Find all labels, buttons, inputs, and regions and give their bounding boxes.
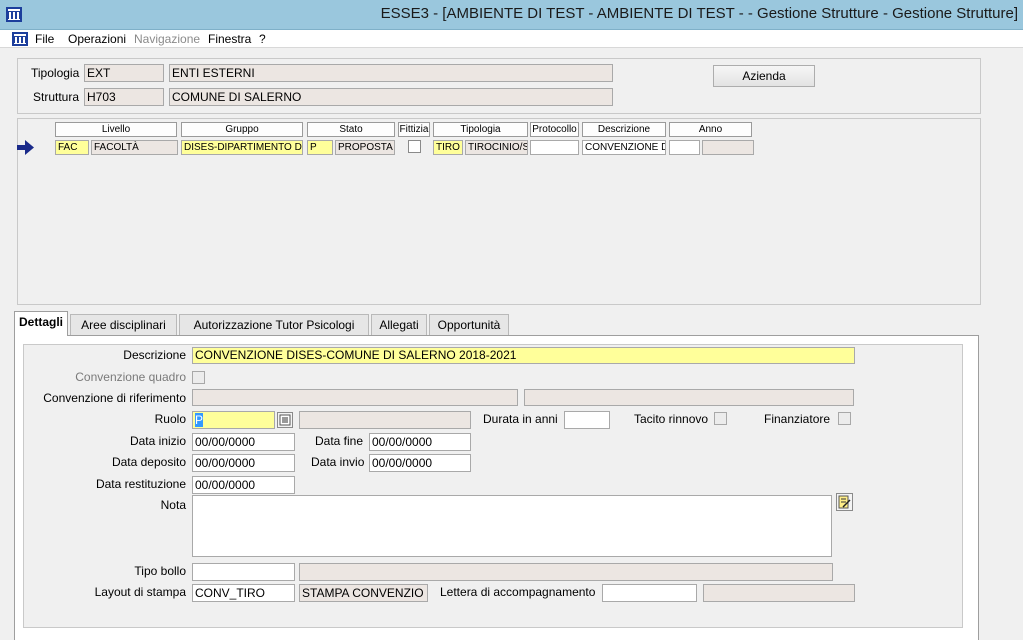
layout-stampa-label: Layout di stampa xyxy=(94,585,186,599)
data-deposito-label: Data deposito xyxy=(111,455,186,469)
layout-stampa-desc-field[interactable]: STAMPA CONVENZIO xyxy=(299,584,428,602)
ruolo-code-value: P xyxy=(195,413,204,427)
tipo-bollo-desc-field[interactable] xyxy=(299,563,833,581)
tipo-bollo-code-field[interactable] xyxy=(192,563,295,581)
descrizione-field[interactable]: CONVENZIONE DISES-COMUNE DI SALERNO 2018… xyxy=(192,347,855,364)
row-livello-desc[interactable]: FACOLTÀ xyxy=(91,140,178,155)
menu-navigazione[interactable]: Navigazione xyxy=(134,32,200,46)
layout-stampa-code-field[interactable]: CONV_TIRO xyxy=(192,584,295,602)
row-protocollo[interactable] xyxy=(530,140,579,155)
window-title: ESSE3 - [AMBIENTE DI TEST - AMBIENTE DI … xyxy=(380,5,1018,22)
ruolo-code-field[interactable]: P xyxy=(192,411,275,429)
current-row-arrow-icon xyxy=(17,140,34,155)
tab-aree-disciplinari[interactable]: Aree disciplinari xyxy=(70,314,177,335)
edit-note-icon xyxy=(838,495,851,509)
convenzione-riferimento-field-1[interactable] xyxy=(192,389,518,406)
data-inizio-field[interactable]: 00/00/0000 xyxy=(192,433,295,451)
tipologia-desc-field[interactable]: ENTI ESTERNI xyxy=(169,64,613,82)
nota-label: Nota xyxy=(160,498,186,512)
row-stato-desc[interactable]: PROPOSTA xyxy=(335,140,395,155)
ruolo-desc-field[interactable] xyxy=(299,411,471,429)
azienda-button[interactable]: Azienda xyxy=(713,65,815,87)
tab-dettagli[interactable]: Dettagli xyxy=(14,311,68,336)
lettera-code-field[interactable] xyxy=(602,584,697,602)
ruolo-lookup-button[interactable] xyxy=(277,412,293,428)
convenzione-riferimento-field-2[interactable] xyxy=(524,389,854,406)
menu-operazioni[interactable]: Operazioni xyxy=(68,32,126,46)
list-lookup-icon xyxy=(279,414,291,426)
row-anno[interactable] xyxy=(669,140,700,155)
app-building-icon[interactable] xyxy=(6,7,22,22)
row-gruppo[interactable]: DISES-DIPARTIMENTO DI xyxy=(181,140,303,155)
data-fine-label: Data fine xyxy=(315,434,364,448)
lettera-desc-field[interactable] xyxy=(703,584,855,602)
tipologia-label: Tipologia xyxy=(31,66,80,80)
descrizione-label: Descrizione xyxy=(123,348,186,362)
col-header-descrizione[interactable]: Descrizione xyxy=(582,122,666,137)
durata-label: Durata in anni xyxy=(483,412,558,426)
menu-finestra[interactable]: Finestra xyxy=(208,32,251,46)
finanziatore-label: Finanziatore xyxy=(764,412,831,426)
data-restituzione-label: Data restituzione xyxy=(95,477,186,491)
col-header-anno[interactable]: Anno xyxy=(669,122,752,137)
row-livello-code[interactable]: FAC xyxy=(55,140,89,155)
col-header-protocollo[interactable]: Protocollo xyxy=(530,122,579,137)
durata-field[interactable] xyxy=(564,411,610,429)
data-restituzione-field[interactable]: 00/00/0000 xyxy=(192,476,295,494)
nota-edit-button[interactable] xyxy=(836,493,853,511)
data-fine-field[interactable]: 00/00/0000 xyxy=(369,433,471,451)
col-header-stato[interactable]: Stato xyxy=(307,122,395,137)
convenzione-quadro-label: Convenzione quadro xyxy=(75,370,186,384)
row-tipologia-code[interactable]: TIRO xyxy=(433,140,463,155)
tab-autorizzazione-tutor[interactable]: Autorizzazione Tutor Psicologi xyxy=(179,314,369,335)
tipo-bollo-label: Tipo bollo xyxy=(134,564,186,578)
data-invio-label: Data invio xyxy=(311,455,365,469)
row-fittizia-checkbox[interactable] xyxy=(408,140,421,153)
struttura-desc-field[interactable]: COMUNE DI SALERNO xyxy=(169,88,613,106)
data-deposito-field[interactable]: 00/00/0000 xyxy=(192,454,295,472)
tacito-rinnovo-label: Tacito rinnovo xyxy=(634,412,709,426)
finanziatore-checkbox[interactable] xyxy=(838,412,851,425)
tab-opportunita[interactable]: Opportunità xyxy=(429,314,509,335)
struttura-label: Struttura xyxy=(33,90,80,104)
data-inizio-label: Data inizio xyxy=(129,434,186,448)
tipologia-code-field[interactable]: EXT xyxy=(84,64,164,82)
row-tipologia-desc[interactable]: TIROCINIO/S xyxy=(465,140,528,155)
row-stato-code[interactable]: P xyxy=(307,140,333,155)
col-header-fittizia[interactable]: Fittizia xyxy=(398,122,430,137)
row-extra-field[interactable] xyxy=(702,140,754,155)
data-invio-field[interactable]: 00/00/0000 xyxy=(369,454,471,472)
col-header-tipologia[interactable]: Tipologia xyxy=(433,122,528,137)
menu-help[interactable]: ? xyxy=(259,32,266,46)
convenzione-quadro-checkbox[interactable] xyxy=(192,371,205,384)
nota-textarea[interactable] xyxy=(192,495,832,557)
menu-file[interactable]: File xyxy=(35,32,54,46)
convenzione-riferimento-label: Convenzione di riferimento xyxy=(43,391,186,405)
struttura-code-field[interactable]: H703 xyxy=(84,88,164,106)
lettera-accompagnamento-label: Lettera di accompagnamento xyxy=(440,585,596,599)
tacito-rinnovo-checkbox[interactable] xyxy=(714,412,727,425)
col-header-gruppo[interactable]: Gruppo xyxy=(181,122,303,137)
menu-building-icon[interactable] xyxy=(12,32,28,46)
ruolo-label: Ruolo xyxy=(154,412,186,426)
tab-allegati[interactable]: Allegati xyxy=(371,314,427,335)
col-header-livello[interactable]: Livello xyxy=(55,122,177,137)
row-descrizione[interactable]: CONVENZIONE DI xyxy=(582,140,666,155)
